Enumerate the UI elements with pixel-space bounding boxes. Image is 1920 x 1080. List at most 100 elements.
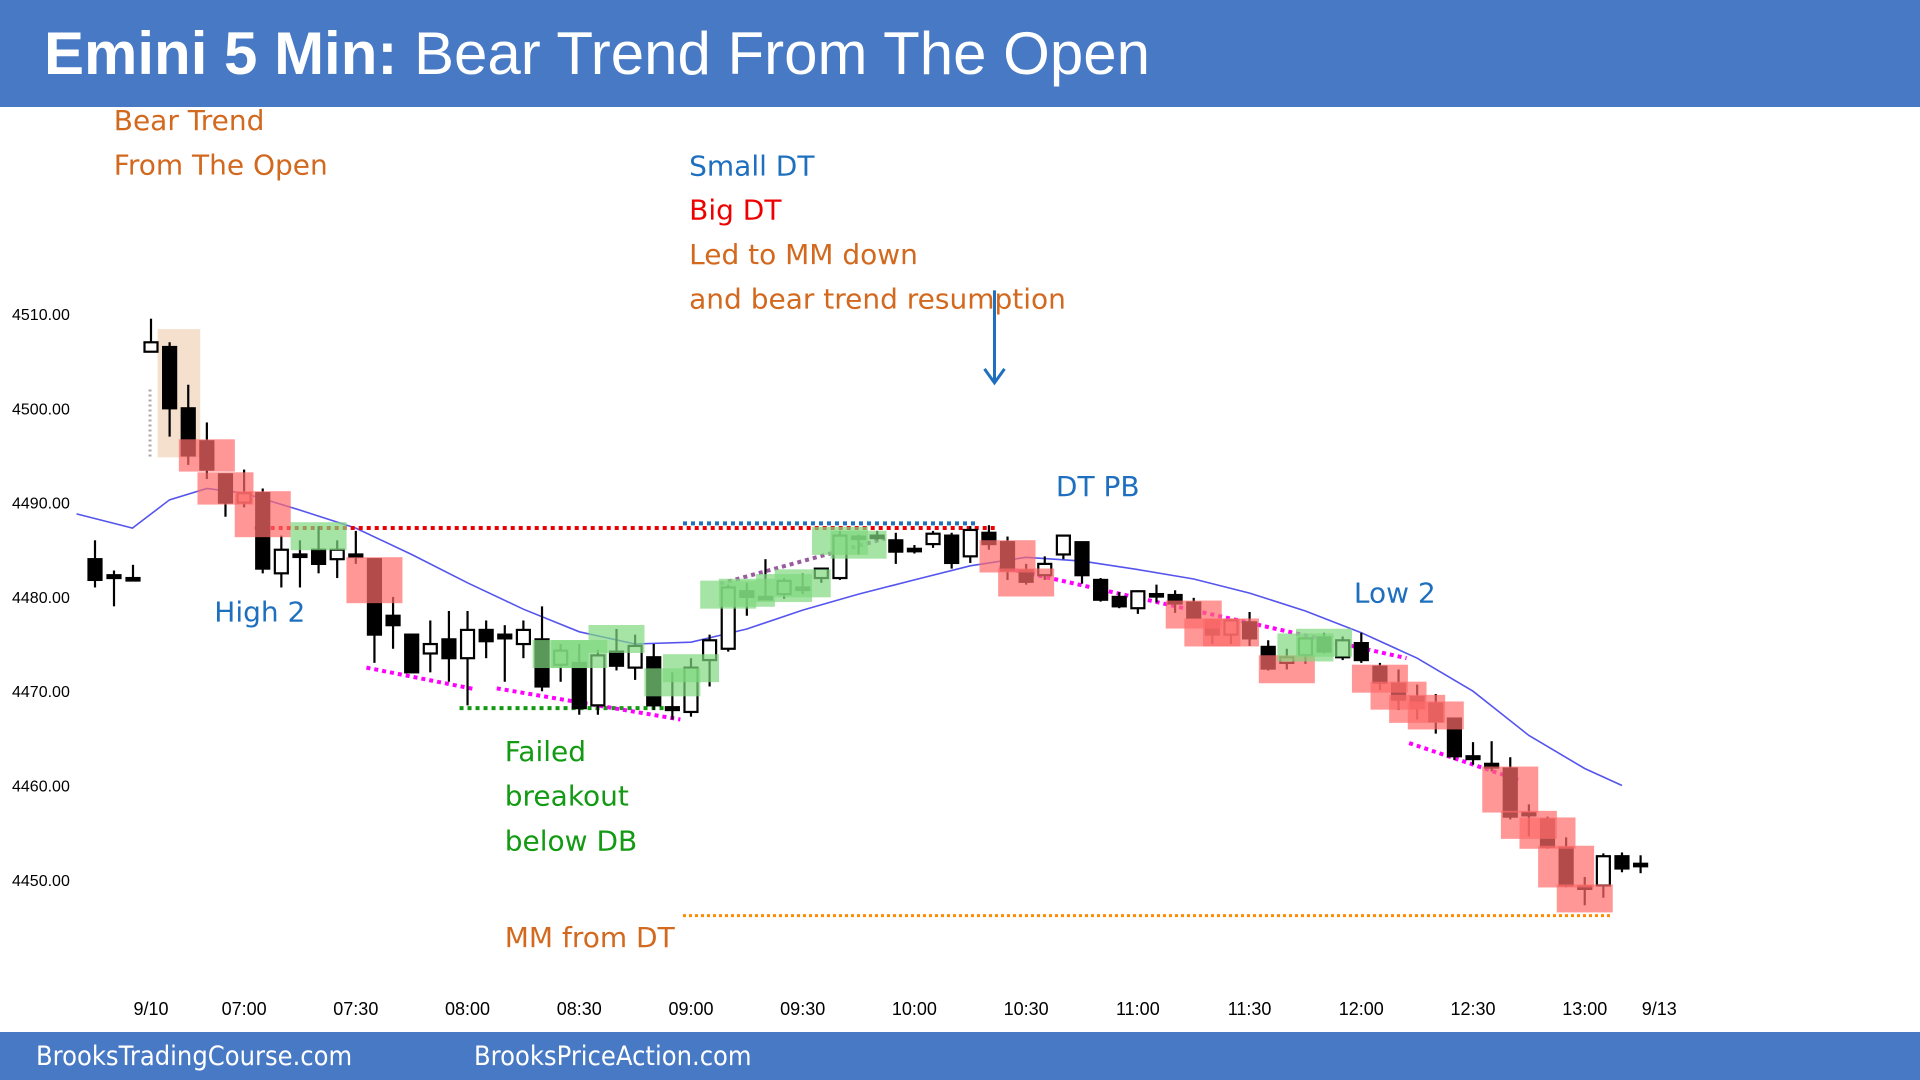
y-tick-label: 4500.00 (12, 401, 70, 418)
candle-body (1353, 642, 1369, 662)
candle-body (106, 574, 122, 580)
candle-body (515, 628, 532, 646)
candle (1055, 534, 1071, 560)
bear-signal-zone (1556, 884, 1613, 913)
candle (1614, 852, 1630, 873)
y-tick-label: 4460.00 (12, 779, 70, 796)
candle (385, 596, 401, 649)
candle (404, 633, 420, 674)
candle-body (87, 558, 103, 582)
candle (906, 545, 923, 554)
annotation-label: Bear Trend (114, 104, 265, 137)
bull-signal-zone (774, 569, 831, 598)
candle-body (888, 539, 904, 553)
candle-body (441, 638, 457, 660)
candle (1111, 592, 1127, 609)
candle-body (1595, 855, 1611, 887)
x-tick-label: 08:30 (557, 999, 602, 1019)
candle-body (664, 706, 680, 712)
candle-body (906, 547, 923, 553)
candle-body (1055, 534, 1071, 556)
bull-signal-zone (830, 530, 887, 559)
candle (962, 526, 978, 563)
footer-banner: BrooksTradingCourse.com BrooksPriceActio… (0, 1032, 1920, 1080)
bear-signal-zone (1407, 701, 1464, 730)
annotation-label: Failed (505, 735, 586, 768)
footer-right-link[interactable]: BrooksPriceAction.com (474, 1041, 752, 1072)
candle (1093, 578, 1109, 602)
x-tick-label: 10:00 (892, 999, 937, 1019)
x-tick-label: 9/13 (1642, 999, 1677, 1019)
x-tick-label: 07:00 (222, 999, 267, 1019)
candle (1074, 541, 1090, 584)
candle (925, 530, 941, 548)
footer-left-link[interactable]: BrooksTradingCourse.com (36, 1041, 352, 1072)
annotation-label: Big DT (689, 194, 782, 227)
candle-body (273, 548, 289, 575)
annotation-label: DT PB (1056, 470, 1140, 503)
x-tick-label: 11:30 (1228, 999, 1272, 1019)
bear-signal-zone (1202, 618, 1259, 647)
x-tick-label: 07:30 (333, 999, 378, 1019)
candle (1130, 590, 1146, 614)
bear-signal-zone (1538, 845, 1595, 888)
x-tick-label: 11:00 (1116, 999, 1160, 1019)
x-tick-label: 13:00 (1562, 999, 1607, 1019)
candle-body (143, 341, 159, 353)
bear-signal-zone (998, 568, 1055, 597)
candle-body (1148, 592, 1165, 598)
annotation-label: and bear trend resumption (689, 282, 1066, 315)
x-tick-label: 09:00 (668, 999, 713, 1019)
candle-body (292, 553, 308, 559)
wedge-low-1 (366, 665, 476, 692)
candle (944, 532, 960, 569)
bull-signal-zone (662, 654, 719, 683)
candle-body (348, 553, 364, 559)
y-tick-label: 4480.00 (12, 590, 70, 607)
bull-signal-zone (290, 522, 347, 551)
annotation-label: below DB (505, 825, 637, 858)
candle-body (1632, 862, 1649, 868)
candle (143, 318, 159, 353)
candle-body (608, 650, 625, 667)
candle (478, 620, 494, 659)
candle-body (962, 528, 978, 558)
candle-body (478, 628, 494, 643)
prior-day-candle (125, 564, 141, 582)
y-tick-label: 4510.00 (12, 307, 70, 324)
prior-day-candle (106, 570, 122, 607)
x-tick-label: 10:30 (1004, 999, 1049, 1019)
bear-signal-zone (346, 557, 403, 604)
candle (515, 620, 532, 659)
candle (459, 611, 476, 706)
x-tick-label: 09:30 (780, 999, 825, 1019)
candle-body (1614, 855, 1630, 870)
x-tick-label: 12:00 (1339, 999, 1384, 1019)
y-tick-label: 4470.00 (12, 684, 70, 701)
candle-body (944, 534, 960, 565)
annotation-label: From The Open (114, 148, 328, 181)
candle-body (459, 628, 476, 660)
x-tick-label: 08:00 (445, 999, 490, 1019)
annotation-label: MM from DT (505, 921, 676, 954)
candle-body (385, 614, 401, 627)
candlestick-chart: 4510.00 4500.00 4490.00 4480.00 4470.00 4460.… (12, 104, 1677, 1019)
x-tick-label: 9/10 (133, 999, 168, 1019)
bear-signal-zone (1519, 817, 1576, 849)
candle-body (404, 633, 420, 674)
candle (441, 611, 457, 682)
candle (888, 532, 904, 564)
candle (1465, 742, 1481, 765)
bull-signal-zone (588, 624, 645, 653)
candle-body (125, 576, 141, 582)
candle-body (497, 633, 513, 640)
annotation-label: Led to MM down (689, 238, 918, 271)
candle (497, 625, 513, 682)
bear-signal-zone (178, 439, 235, 472)
bear-signal-zone (1482, 766, 1539, 813)
annotation-label: High 2 (214, 595, 305, 628)
y-tick-label: 4490.00 (12, 496, 70, 513)
candle-body (1111, 595, 1127, 608)
candle (1353, 632, 1369, 663)
annotation-label: Low 2 (1354, 577, 1436, 610)
